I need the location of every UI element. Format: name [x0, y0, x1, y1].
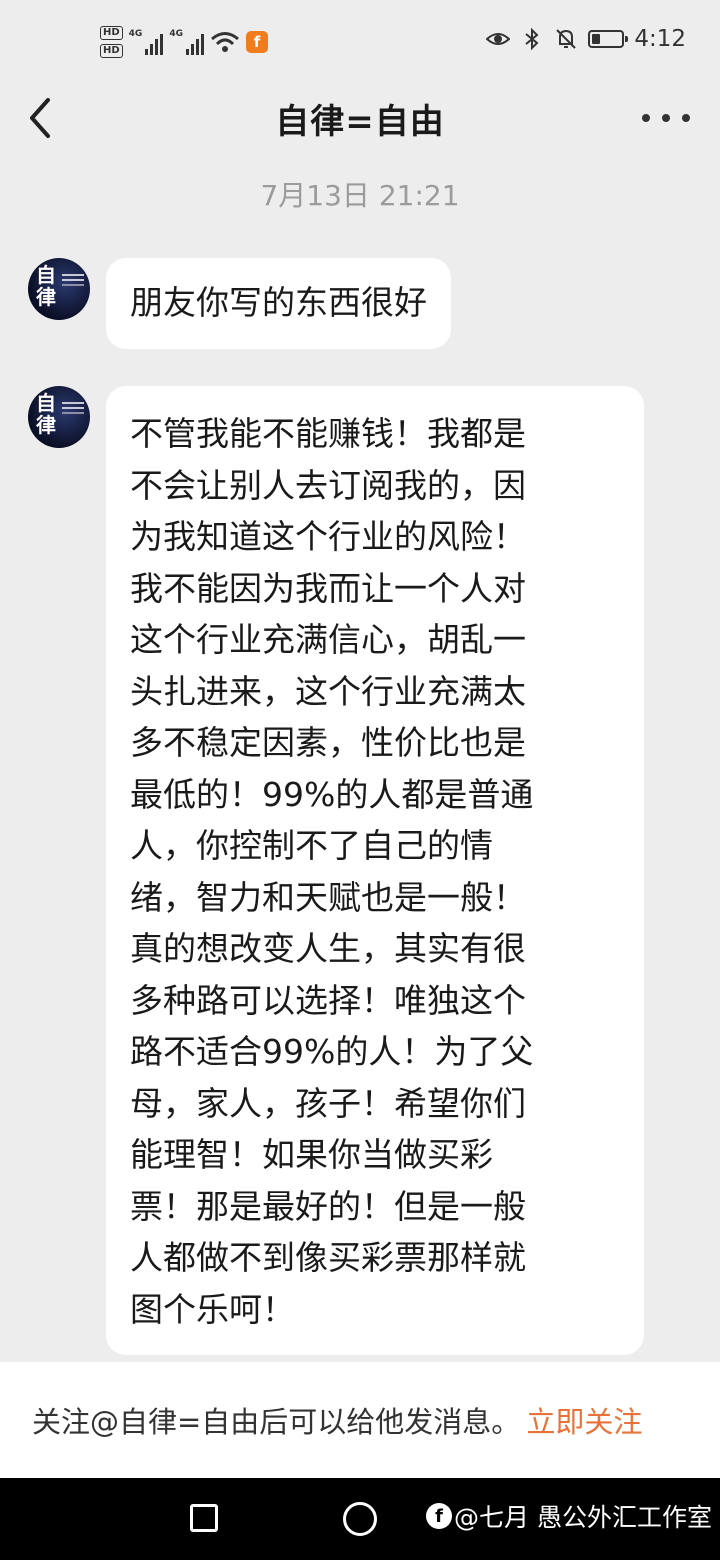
avatar-text: 自	[36, 391, 56, 415]
battery-icon	[588, 30, 629, 48]
mute-icon	[556, 29, 577, 49]
page-title: 自律=自由	[275, 102, 445, 142]
wifi-icon	[211, 32, 239, 52]
eye-icon	[486, 33, 511, 45]
signal-icon: 4G	[129, 29, 164, 55]
watermark: f @七月 愚公外汇工作室	[426, 1498, 712, 1534]
clock: 4:12	[634, 26, 686, 52]
message-bubble[interactable]: 朋友你写的东西很好	[106, 258, 451, 349]
avatar[interactable]: 自 律	[28, 386, 90, 448]
signal-icon: 4G	[169, 29, 204, 55]
follow-prompt-bar: 关注@自律=自由后可以给他发消息。 立即关注	[0, 1362, 720, 1478]
avatar[interactable]: 自 律	[28, 258, 90, 320]
avatar-text: 律	[36, 285, 56, 309]
home-button[interactable]	[343, 1502, 377, 1536]
more-options-icon[interactable]	[642, 104, 690, 132]
chat-message: 自 律 不管我能不能赚钱！我都是 不会让别人去订阅我的，因 为我知道这个行业的风…	[28, 386, 644, 1355]
status-bar: HD HD 4G 4G f 4:12	[0, 0, 720, 80]
bluetooth-icon	[525, 27, 539, 51]
chat-header: 自律=自由	[0, 80, 720, 156]
chat-message: 自 律 朋友你写的东西很好	[28, 258, 451, 349]
watermark-text: @七月 愚公外汇工作室	[454, 1503, 712, 1532]
app-notification-icon: f	[245, 31, 268, 53]
status-left: HD HD 4G 4G f	[100, 20, 268, 64]
network1-label: 4G	[128, 29, 143, 39]
avatar-text: 律	[36, 413, 56, 437]
message-bubble[interactable]: 不管我能不能赚钱！我都是 不会让别人去订阅我的，因 为我知道这个行业的风险！ 我…	[106, 386, 644, 1355]
avatar-text: 自	[36, 263, 56, 287]
recents-button[interactable]	[190, 1504, 218, 1532]
sim-indicators: HD HD	[100, 26, 123, 58]
watermark-logo-icon: f	[426, 1503, 452, 1529]
sim2-hd-badge: HD	[100, 44, 123, 58]
network2-label: 4G	[169, 29, 183, 39]
sim1-hd-badge: HD	[100, 26, 123, 40]
message-timestamp: 7月13日 21:21	[260, 179, 460, 212]
status-right: 4:12	[486, 26, 686, 52]
follow-prompt-text: 关注@自律=自由后可以给他发消息。	[32, 1405, 521, 1439]
follow-now-link[interactable]: 立即关注	[526, 1399, 642, 1441]
